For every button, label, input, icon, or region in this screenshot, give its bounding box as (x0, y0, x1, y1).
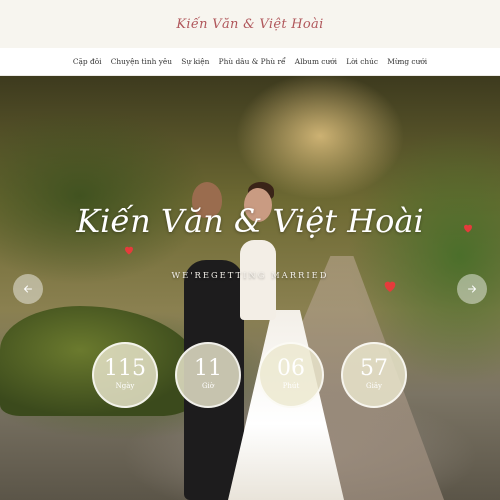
countdown-minutes: 06 Phút (258, 342, 324, 408)
countdown-timer: 115 Ngày 11 Giờ 06 Phút 57 Giây (0, 342, 500, 408)
countdown-days: 115 Ngày (92, 342, 158, 408)
next-slide-button[interactable] (457, 274, 487, 304)
hero-subtitle: WE'REGETTING MARRIED (171, 270, 329, 280)
site-header: Kiến Văn & Việt Hoài (0, 0, 500, 48)
main-nav: Cặp đôi Chuyện tình yêu Sự kiện Phù dâu … (0, 48, 500, 76)
countdown-days-label: Ngày (115, 382, 135, 390)
arrow-left-icon (24, 285, 32, 293)
nav-item-couple[interactable]: Cặp đôi (68, 57, 106, 66)
countdown-seconds-label: Giây (366, 382, 382, 390)
nav-item-events[interactable]: Sự kiện (177, 57, 214, 66)
heart-icon (123, 244, 135, 256)
prev-slide-button[interactable] (13, 274, 43, 304)
nav-item-gift[interactable]: Mừng cưới (383, 57, 432, 66)
countdown-seconds-value: 57 (360, 356, 388, 381)
nav-item-album[interactable]: Album cưới (290, 57, 341, 66)
hero-title: Kiến Văn & Việt Hoài (76, 202, 424, 240)
countdown-days-value: 115 (104, 356, 146, 381)
hero-banner: Kiến Văn & Việt Hoài WE'REGETTING MARRIE… (0, 76, 500, 500)
arrow-right-icon (468, 285, 476, 293)
nav-item-bridal-party[interactable]: Phù dâu & Phù rể (214, 57, 290, 66)
nav-item-love-story[interactable]: Chuyện tình yêu (106, 57, 177, 66)
bride-bodice (240, 240, 276, 320)
countdown-hours-value: 11 (194, 356, 222, 381)
countdown-seconds: 57 Giây (341, 342, 407, 408)
countdown-minutes-label: Phút (282, 382, 300, 390)
countdown-hours-label: Giờ (201, 382, 215, 390)
countdown-hours: 11 Giờ (175, 342, 241, 408)
nav-item-wishes[interactable]: Lời chúc (342, 57, 383, 66)
countdown-minutes-value: 06 (277, 356, 305, 381)
heart-icon (382, 278, 398, 294)
heart-icon (462, 222, 474, 234)
site-logo[interactable]: Kiến Văn & Việt Hoài (176, 17, 323, 32)
